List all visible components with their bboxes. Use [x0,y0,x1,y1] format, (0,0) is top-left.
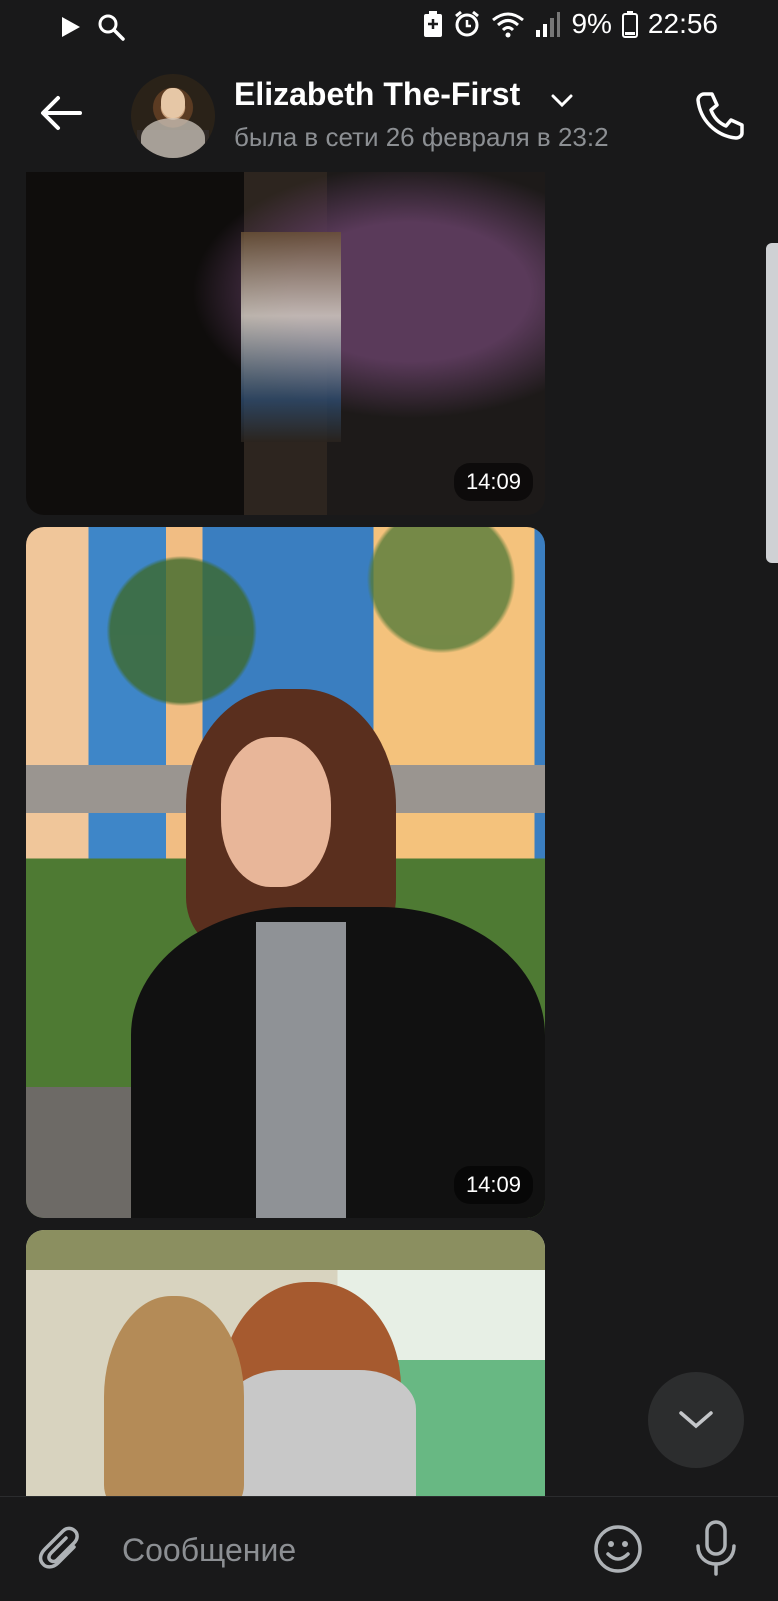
emoji-icon[interactable] [592,1523,644,1575]
wifi-icon [492,12,525,38]
back-arrow-icon[interactable] [36,88,86,138]
chevron-down-icon[interactable] [551,94,573,108]
status-left [60,12,126,42]
photo-message[interactable]: 14:09 [26,172,545,515]
status-time: 22:56 [647,8,718,39]
scrollbar[interactable] [766,243,778,563]
play-icon [62,17,80,37]
scroll-to-bottom-button[interactable] [648,1372,744,1468]
photo-message[interactable] [26,1230,545,1496]
contact-name[interactable]: Elizabeth The-First [234,76,520,113]
message-time: 14:09 [453,463,533,501]
signal-icon [536,12,561,37]
photo-message[interactable]: 14:09 [26,527,545,1218]
battery-percent: 9% [571,8,612,39]
chat-header: Elizabeth The-First была в сети 26 февра… [0,58,778,170]
message-input[interactable] [120,1519,564,1581]
last-seen-status: была в сети 26 февраля в 23:2 [234,122,609,152]
chevron-down-icon [679,1411,713,1429]
status-right: 9% 22:56 [423,8,718,40]
alarm-icon [455,10,480,37]
battery-icon [621,11,638,38]
avatar[interactable] [131,74,215,158]
paperclip-icon[interactable] [36,1525,88,1577]
microphone-icon[interactable] [692,1519,740,1577]
photo-content [241,232,341,442]
message-composer [0,1496,778,1601]
battery-saver-icon [424,11,443,37]
status-bar: 9% 22:56 [0,0,778,56]
search-icon [98,14,125,41]
phone-call-icon[interactable] [692,88,748,144]
message-time: 14:09 [453,1166,533,1204]
